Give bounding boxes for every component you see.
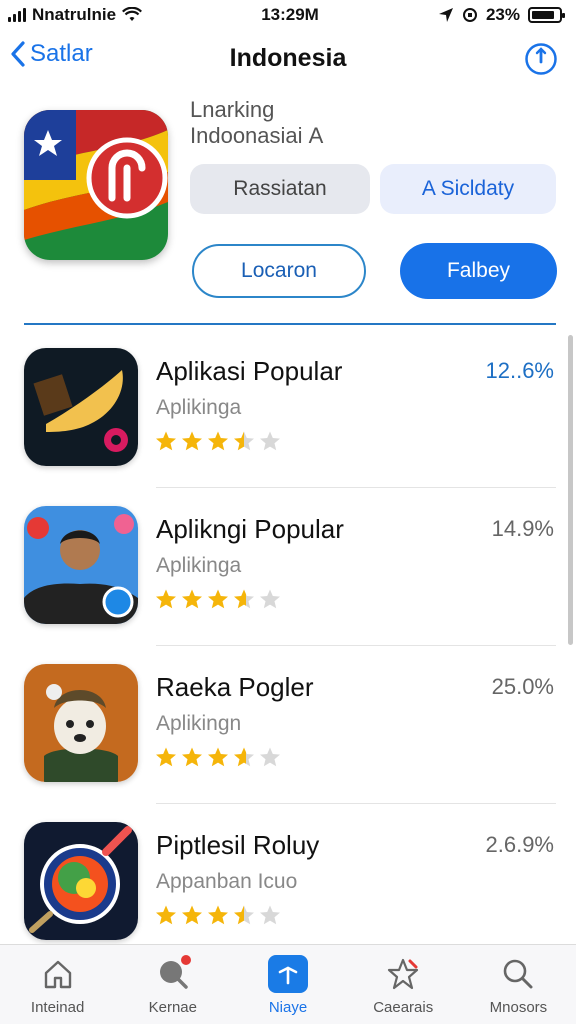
app-subtitle: Appanban Icuo [156, 870, 298, 893]
filter-button[interactable]: Rassiatan [190, 164, 370, 214]
search-dot-icon [153, 955, 193, 993]
section-divider [24, 323, 556, 325]
category-button[interactable]: A Sicldaty [380, 164, 556, 214]
tab-games[interactable]: Kernae [115, 945, 230, 1024]
tab-apps[interactable]: Niaye [230, 945, 345, 1024]
app-subtitle: Aplikingn [156, 712, 242, 735]
header-line-2: Indoonasiai Α [190, 123, 324, 148]
list-item[interactable]: Aplikasi Popular Aplikinga 12..6% [0, 330, 576, 488]
app-title: Raeka Pogler [156, 672, 314, 702]
app-subtitle: Aplikinga [156, 396, 242, 419]
tab-label: Mnosors [489, 999, 548, 1016]
share-icon [525, 43, 557, 75]
app-percent: 12..6% [485, 358, 555, 383]
star-full-icon [156, 905, 176, 925]
star-half-icon [234, 905, 254, 925]
star-half-icon [234, 747, 254, 767]
star-rating [155, 904, 281, 926]
star-full-icon [182, 431, 202, 451]
app-percent: 25.0% [491, 674, 554, 699]
header-line-1: Lnarking [190, 97, 275, 122]
search-icon [498, 955, 538, 993]
star-empty-icon [260, 431, 280, 451]
tab-label: Inteinad [30, 999, 85, 1016]
star-empty-icon [260, 589, 280, 609]
tab-label: Niaye [268, 999, 308, 1016]
star-rating [155, 746, 281, 768]
tab-label: Caearais [373, 999, 434, 1016]
star-full-icon [182, 905, 202, 925]
carrier-label: Nnatrulnie [32, 5, 117, 24]
nav-bar: Satlar Indonesia [0, 30, 576, 86]
tab-label: Kernae [148, 999, 197, 1016]
back-button[interactable]: Satlar [10, 40, 93, 68]
location-button[interactable]: Locaron [192, 244, 366, 298]
back-label: Satlar [30, 40, 93, 67]
horn-icon [24, 348, 138, 466]
star-full-icon [156, 747, 176, 767]
list-item[interactable]: Aplikngi Popular Aplikinga 14.9% [0, 488, 576, 646]
notification-dot [180, 955, 191, 965]
dog-icon [24, 664, 138, 782]
star-half-icon [234, 589, 254, 609]
tab-bar: Inteinad Kernae Niaye Caearais Mnosors [0, 944, 576, 1024]
star-full-icon [208, 589, 228, 609]
app-subtitle: Aplikinga [156, 554, 242, 577]
list-item[interactable]: Raeka Pogler Aplikingn 25.0% [0, 646, 576, 804]
app-title: Piptlesil Roluy [156, 830, 320, 860]
tab-search[interactable]: Mnosors [461, 945, 576, 1024]
home-icon [38, 955, 78, 993]
star-full-icon [156, 431, 176, 451]
star-full-icon [208, 905, 228, 925]
share-button[interactable] [524, 42, 558, 81]
star-full-icon [208, 431, 228, 451]
person-icon [24, 506, 138, 624]
featured-app-icon[interactable] [24, 110, 168, 260]
app-percent: 14.9% [491, 516, 554, 541]
primary-action-button[interactable]: Falbey [400, 243, 557, 299]
flag-logo-icon [24, 110, 168, 260]
star-icon [383, 955, 423, 993]
location-icon [438, 8, 453, 22]
status-bar: Nnatrulnie 13:29M 23% [0, 0, 576, 30]
app-list: Aplikasi Popular Aplikinga 12..6% Aplikn… [0, 330, 576, 945]
signal-icon [8, 8, 26, 22]
star-rating [155, 430, 281, 452]
star-full-icon [156, 589, 176, 609]
star-empty-icon [260, 747, 280, 767]
clock: 13:29M [261, 5, 319, 24]
tab-arcade[interactable]: Caearais [346, 945, 461, 1024]
star-half-icon [234, 431, 254, 451]
star-empty-icon [260, 905, 280, 925]
app-title: Aplikngi Popular [156, 514, 344, 544]
star-full-icon [182, 747, 202, 767]
battery-label: 23% [485, 5, 520, 24]
globe-icon [24, 822, 138, 940]
tab-home[interactable]: Inteinad [0, 945, 115, 1024]
lock-rotation-icon [462, 8, 477, 22]
arrow-up-icon [268, 955, 308, 993]
star-full-icon [208, 747, 228, 767]
star-rating [155, 588, 281, 610]
list-item[interactable]: Piptlesil Roluy Appanban Icuo 2.6.9% [0, 804, 576, 945]
wifi-icon [122, 7, 143, 21]
scrollbar[interactable] [568, 335, 573, 645]
app-title: Aplikasi Popular [156, 356, 343, 386]
star-full-icon [182, 589, 202, 609]
header-text: Lnarking Indoonasiai Α [190, 97, 323, 149]
app-percent: 2.6.9% [485, 832, 555, 857]
battery-icon [527, 7, 565, 23]
page-title: Indonesia [229, 43, 347, 72]
chevron-left-icon [11, 41, 25, 67]
